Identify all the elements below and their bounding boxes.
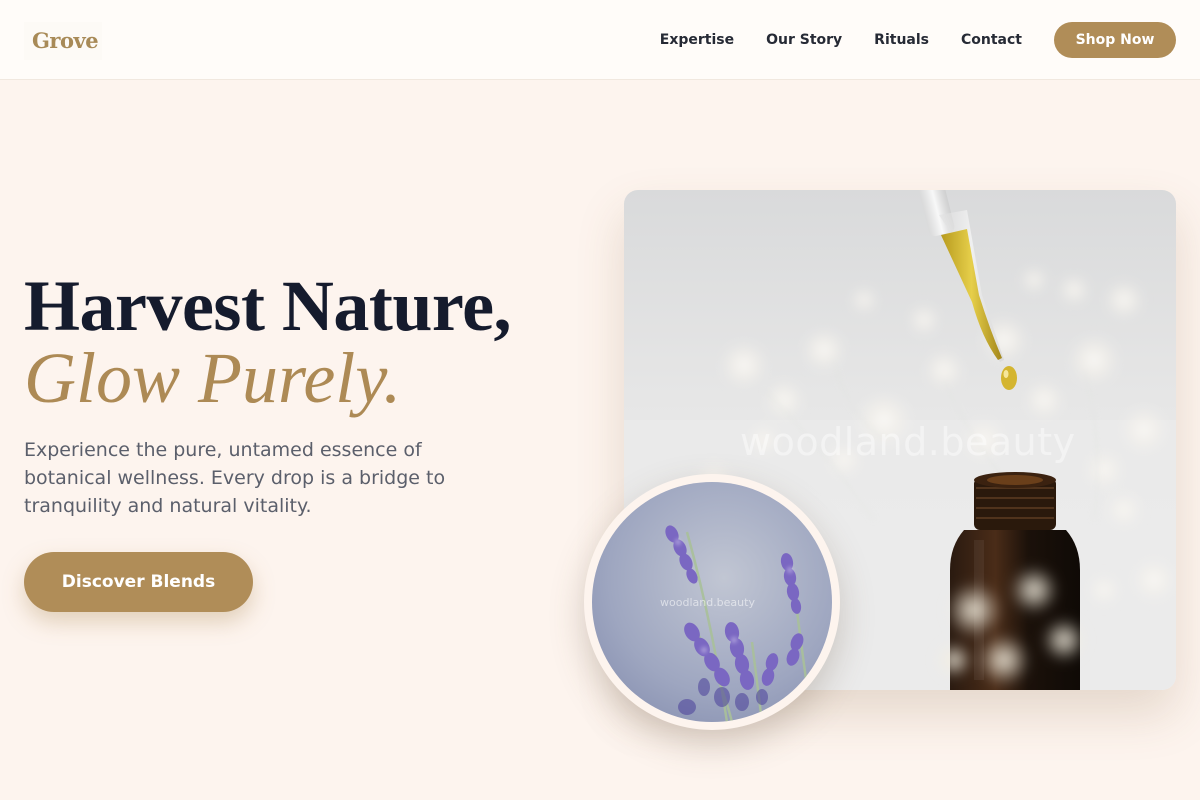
nav-our-story[interactable]: Our Story — [766, 32, 842, 48]
site-header: Grove Expertise Our Story Rituals Contac… — [0, 0, 1200, 80]
hero-headline-accent: Glow Purely. — [24, 338, 402, 418]
main-image-watermark: woodland.beauty — [740, 420, 1076, 464]
main-nav: Expertise Our Story Rituals Contact — [628, 0, 1022, 80]
nav-expertise[interactable]: Expertise — [660, 32, 734, 48]
hero-subtext: Experience the pure, untamed essence of … — [24, 439, 446, 517]
nav-contact[interactable]: Contact — [961, 32, 1022, 48]
hero-headline: Harvest Nature, — [24, 266, 512, 346]
brand-logo[interactable]: Grove — [24, 22, 102, 60]
shop-now-button[interactable]: Shop Now — [1054, 22, 1176, 58]
discover-blends-button[interactable]: Discover Blends — [24, 552, 253, 612]
circle-image-watermark: woodland.beauty — [660, 596, 755, 609]
nav-rituals[interactable]: Rituals — [874, 32, 929, 48]
